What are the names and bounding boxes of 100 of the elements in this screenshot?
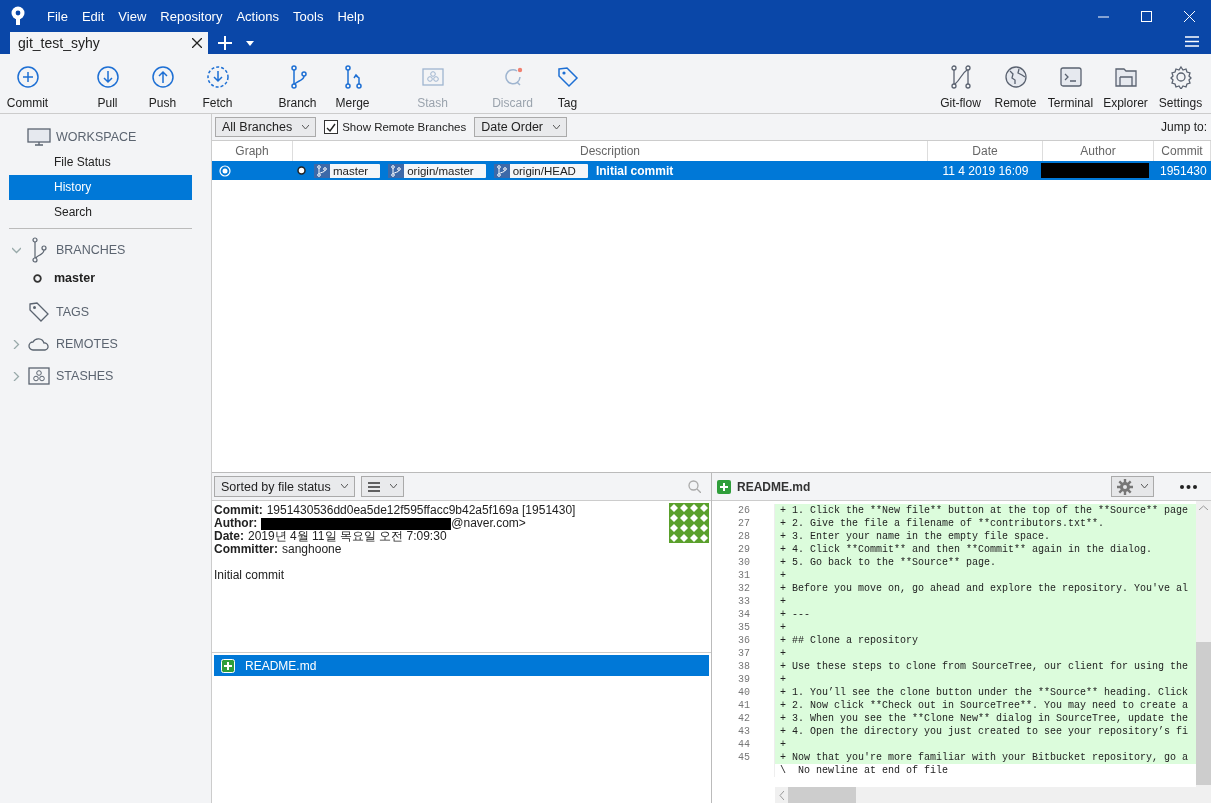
cloud-icon	[28, 337, 50, 351]
gear-icon	[1117, 478, 1133, 495]
commit-row[interactable]: master origin/master origin/HEAD Initial commit 11 4 2019 16:09 1951430	[212, 161, 1211, 180]
chevron-left-icon	[779, 790, 784, 800]
sidebar-item[interactable]: History	[9, 175, 192, 200]
sidebar-item[interactable]: Search	[9, 200, 192, 225]
menu-item[interactable]: Tools	[286, 8, 331, 24]
branch-label: origin/HEAD	[493, 163, 588, 178]
menu-item[interactable]: Help	[330, 8, 372, 24]
checkmark-icon	[326, 122, 337, 132]
field-label: Commit:	[214, 504, 263, 517]
chevron-right-icon[interactable]	[11, 339, 21, 349]
radio-icon	[219, 164, 231, 177]
gear-icon	[1168, 65, 1193, 89]
toolbar-button[interactable]: Pull	[80, 54, 135, 113]
branch-icon	[388, 163, 405, 178]
branch-icon	[31, 237, 47, 263]
caret-down-icon	[340, 484, 348, 489]
sort-dropdown[interactable]: Sorted by file status	[214, 476, 355, 497]
list-icon	[367, 481, 380, 492]
toolbar-button[interactable]: Terminal	[1043, 54, 1098, 113]
stash-box-icon	[420, 65, 445, 89]
toolbar-button[interactable]: Commit	[0, 54, 55, 113]
section-heading[interactable]: BRANCHES	[56, 243, 126, 257]
close-icon[interactable]	[192, 38, 202, 48]
repo-tab[interactable]: git_test_syhy	[10, 32, 208, 54]
horizontal-scrollbar[interactable]	[775, 787, 1196, 803]
toolbar-button[interactable]: Fetch	[190, 54, 245, 113]
chevron-right-icon[interactable]	[11, 371, 21, 381]
more-icon[interactable]	[1180, 484, 1197, 489]
view-mode-dropdown[interactable]	[360, 476, 404, 497]
avatar-icon	[669, 503, 709, 543]
toolbar-button[interactable]: Git-flow	[933, 54, 988, 113]
git-flow-icon	[948, 65, 973, 89]
branch-filter-dropdown[interactable]: All Branches	[215, 117, 317, 137]
menu-icon[interactable]	[1185, 35, 1199, 47]
scroll-thumb[interactable]	[788, 787, 856, 803]
settings-dropdown[interactable]	[1111, 476, 1154, 497]
menu-item[interactable]: Repository	[153, 8, 230, 24]
graph-node-icon	[297, 166, 306, 175]
maximize-icon[interactable]	[1141, 10, 1152, 22]
stash-box-icon	[28, 367, 50, 385]
added-file-icon	[717, 479, 731, 494]
monitor-icon	[27, 128, 51, 146]
menu-item[interactable]: Edit	[74, 8, 112, 24]
commit-hash: 1951430	[1159, 163, 1208, 178]
vertical-scrollbar[interactable]	[1196, 501, 1211, 803]
checkbox[interactable]	[324, 120, 339, 134]
order-dropdown[interactable]: Date Order	[474, 117, 568, 137]
commit-message: Initial commit	[214, 569, 285, 582]
tag-icon	[28, 301, 50, 323]
app-logo-icon	[10, 6, 26, 26]
globe-icon	[1003, 65, 1028, 89]
field-label: Date:	[214, 530, 244, 543]
section-heading[interactable]: REMOTES	[56, 337, 118, 351]
branch-label: origin/master	[388, 163, 486, 178]
branch-icon	[314, 163, 330, 178]
menu-item[interactable]: View	[111, 8, 154, 24]
file-name: README.md	[737, 479, 811, 494]
scroll-thumb[interactable]	[1196, 642, 1211, 785]
search-icon[interactable]	[688, 480, 701, 493]
toolbar-button[interactable]: Merge	[325, 54, 380, 113]
field-label: Committer:	[214, 543, 278, 556]
toolbar-button[interactable]: Settings	[1153, 54, 1208, 113]
caret-down-icon	[553, 124, 561, 130]
caret-down-icon	[1141, 484, 1148, 489]
menu-item[interactable]: File	[40, 8, 75, 24]
sidebar-item[interactable]: File Status	[9, 150, 192, 175]
toolbar-button[interactable]: Push	[135, 54, 190, 113]
plus-icon[interactable]	[218, 36, 232, 50]
terminal-icon	[1058, 65, 1083, 89]
down-arrow-circle-icon	[95, 65, 120, 89]
field-value: @naver.com>	[451, 517, 526, 530]
toolbar-button[interactable]: Remote	[988, 54, 1043, 113]
commit-message: Initial commit	[595, 163, 674, 178]
branch-item[interactable]: master	[54, 271, 95, 285]
toolbar-button[interactable]: Explorer	[1098, 54, 1153, 113]
commit-date: 11 4 2019 16:09	[941, 163, 1030, 178]
field-value: 1951430536dd0ea5de12f595ffacc9b42a5f169a [1951430]	[266, 504, 576, 517]
plus-circle-icon	[15, 65, 40, 89]
field-value: sanghoone	[282, 543, 342, 556]
changed-file-row[interactable]: README.md	[214, 655, 709, 676]
jump-to-label: Jump to:	[1160, 120, 1207, 134]
field-value: 2019년 4월 11일 목요일 오전 7:09:30	[248, 530, 447, 543]
menu-item[interactable]: Actions	[229, 8, 287, 24]
chevron-up-icon	[1199, 505, 1208, 510]
up-arrow-circle-icon	[150, 65, 175, 89]
checkbox-label[interactable]: Show Remote Branches	[342, 121, 467, 133]
section-heading[interactable]: WORKSPACE	[56, 130, 137, 144]
folder-icon	[1113, 65, 1138, 89]
caret-down-icon[interactable]	[246, 40, 254, 46]
section-heading[interactable]: STASHES	[56, 369, 114, 383]
chevron-down-icon[interactable]	[11, 245, 21, 255]
toolbar-button[interactable]: Tag	[540, 54, 595, 113]
branch-icon	[493, 163, 510, 178]
toolbar-button[interactable]: Branch	[270, 54, 325, 113]
tag-icon	[555, 65, 580, 89]
section-heading[interactable]: TAGS	[56, 305, 90, 319]
added-file-icon	[221, 658, 235, 673]
caret-down-icon	[389, 484, 397, 489]
